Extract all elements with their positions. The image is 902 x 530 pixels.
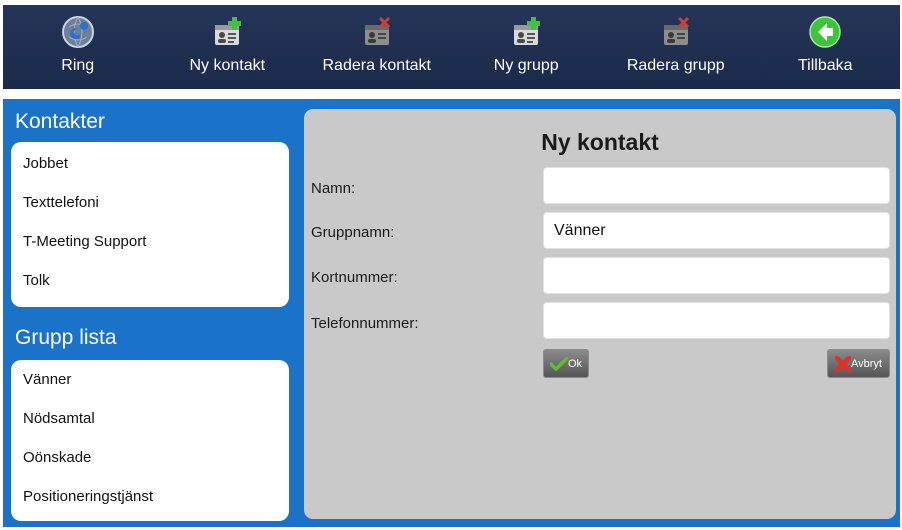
contacts-heading: Kontakter (15, 110, 105, 133)
group-item[interactable]: Nödsamtal (11, 399, 289, 438)
toolbar-label-new-contact: Ny kontakt (189, 57, 266, 74)
cancel-label: Avbryt (851, 357, 882, 370)
toolbar-label-new-group: Ny grupp (493, 57, 559, 74)
phone-number-label: Telefonnummer: (311, 315, 419, 332)
contact-item[interactable]: Jobbet (11, 144, 289, 183)
group-list: Vänner Nödsamtal Oönskade Positionerings… (11, 360, 289, 521)
contact-item[interactable]: T-Meeting Support (11, 222, 289, 261)
name-label: Namn: (311, 180, 356, 197)
delete-group-icon (663, 16, 689, 45)
new-contact-form: Ny kontakt Namn: Gruppnamn: Kortnummer: … (304, 109, 896, 519)
back-arrow-icon (809, 16, 841, 48)
group-name-label: Gruppnamn: (311, 224, 395, 241)
cross-icon (835, 355, 851, 372)
add-group-icon (514, 17, 541, 45)
ok-label: Ok (567, 357, 583, 370)
checkmark-icon (549, 356, 568, 371)
phone-globe-icon (61, 16, 94, 48)
app-window: Ring Ny kontakt Radera kontakt Ny grupp … (3, 5, 900, 527)
toolbar-label-delete-group: Radera grupp (626, 57, 725, 74)
group-list-heading: Grupp lista (15, 326, 117, 349)
name-input[interactable] (543, 167, 890, 204)
add-contact-icon (215, 17, 242, 45)
contacts-list: Jobbet Texttelefoni T-Meeting Support To… (11, 142, 289, 307)
short-number-label: Kortnummer: (311, 269, 398, 286)
cancel-button[interactable]: Avbryt (827, 349, 890, 378)
short-number-input[interactable] (543, 257, 890, 294)
call-button[interactable]: Ring (3, 5, 153, 89)
contact-item[interactable]: Tolk (11, 261, 289, 300)
delete-contact-button[interactable]: Radera kontakt (302, 5, 452, 89)
toolbar-label-delete-contact: Radera kontakt (322, 57, 431, 74)
group-item[interactable]: Oönskade (11, 438, 289, 477)
delete-contact-icon (364, 16, 390, 45)
phone-number-input[interactable] (543, 302, 890, 339)
main-panel: Kontakter Jobbet Texttelefoni T-Meeting … (3, 99, 900, 527)
group-item[interactable]: Vänner (11, 360, 289, 399)
group-name-input[interactable] (543, 212, 890, 249)
toolbar-label-ring: Ring (61, 57, 95, 74)
ok-button[interactable]: Ok (543, 349, 589, 378)
back-button[interactable]: Tillbaka (751, 5, 901, 89)
form-title: Ny kontakt (541, 129, 659, 155)
new-group-button[interactable]: Ny grupp (452, 5, 602, 89)
new-contact-button[interactable]: Ny kontakt (153, 5, 303, 89)
toolbar-label-back: Tillbaka (797, 57, 853, 74)
delete-group-button[interactable]: Radera grupp (601, 5, 751, 89)
toolbar: Ring Ny kontakt Radera kontakt Ny grupp … (3, 5, 900, 89)
contact-item[interactable]: Texttelefoni (11, 183, 289, 222)
group-item[interactable]: Positioneringstjänst (11, 477, 289, 516)
